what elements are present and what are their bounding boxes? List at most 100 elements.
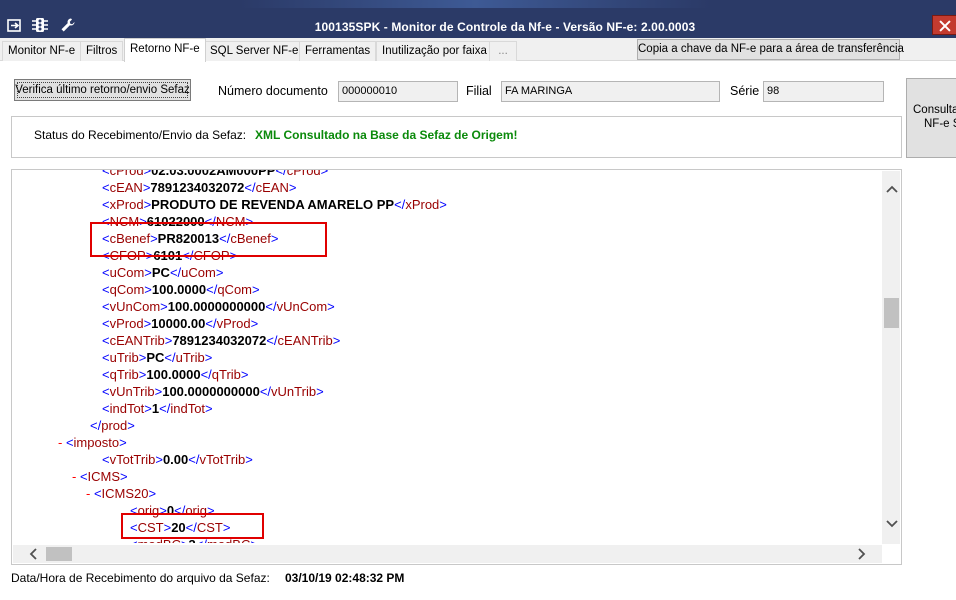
xml-line: <vUnCom>100.0000000000</vUnCom> [102, 298, 335, 315]
xml-line: <vProd>10000.00</vProd> [102, 315, 258, 332]
status-label: Status do Recebimento/Envio da Sefaz: [34, 128, 246, 142]
xml-bracket: > [144, 282, 152, 297]
xml-value: 100.0000000000 [168, 299, 266, 314]
xml-bracket: </ [188, 452, 199, 467]
collapse-toggle-icon[interactable]: - [58, 435, 66, 450]
consulta-nfe-button[interactable]: Consulta NF-e S [906, 78, 956, 158]
tab-retorno-nfe[interactable]: Retorno NF-e [124, 38, 206, 62]
xml-tag: cEANTrib [278, 333, 333, 348]
tab-monitor-nfe[interactable]: Monitor NF-e [2, 41, 81, 61]
xml-tag: uCom [181, 265, 216, 280]
status-value: XML Consultado na Base da Sefaz de Orige… [255, 128, 518, 142]
vertical-scroll-thumb[interactable] [884, 298, 899, 328]
xml-line: <uCom>PC</uCom> [102, 264, 223, 281]
tab-more[interactable]: ... [489, 41, 517, 61]
xml-value: 7891234032072 [172, 333, 266, 348]
xml-bracket: < [102, 367, 110, 382]
tab-filtros[interactable]: Filtros [80, 41, 123, 61]
xml-value: 100.0000000000 [162, 384, 260, 399]
xml-tag: ICMS20 [102, 486, 149, 501]
xml-tag: imposto [74, 435, 120, 450]
xml-line: <qCom>100.0000</qCom> [102, 281, 260, 298]
numero-documento-label: Número documento [218, 84, 328, 98]
xml-line: <xProd>PRODUTO DE REVENDA AMARELO PP</xP… [102, 196, 447, 213]
tab-sql-server-nfe[interactable]: SQL Server NF-e [204, 41, 304, 61]
xml-bracket: < [102, 384, 110, 399]
xml-tag: qCom [110, 282, 145, 297]
serie-field[interactable]: 98 [763, 81, 884, 102]
xml-bracket: > [333, 333, 341, 348]
copy-key-button[interactable]: Copia a chave da NF-e para a área de tra… [637, 39, 900, 60]
xml-bracket: </ [260, 384, 271, 399]
xml-tag: cEANTrib [110, 333, 165, 348]
xml-line: <uTrib>PC</uTrib> [102, 349, 212, 366]
xml-tag: xProd [110, 197, 144, 212]
xml-value: 100.0000 [152, 282, 206, 297]
xml-value: 0.00 [163, 452, 188, 467]
xml-bracket: </ [164, 350, 175, 365]
xml-bracket: < [80, 469, 88, 484]
xml-bracket: > [119, 435, 127, 450]
scroll-down-icon[interactable] [884, 519, 899, 531]
xml-bracket: < [94, 486, 102, 501]
xml-tag: uTrib [176, 350, 205, 365]
xml-bracket: < [66, 435, 74, 450]
consulta-nfe-line2: NF-e S [907, 117, 956, 131]
receipt-datetime-value: 03/10/19 02:48:32 PM [285, 571, 404, 585]
xml-bracket: </ [90, 418, 101, 433]
highlight-cbenef [90, 222, 327, 257]
tab-ferramentas[interactable]: Ferramentas [299, 41, 376, 61]
xml-bracket: > [205, 350, 213, 365]
xml-bracket: </ [266, 333, 277, 348]
vertical-scrollbar[interactable] [882, 171, 900, 544]
xml-bracket: > [216, 265, 224, 280]
scroll-right-icon[interactable] [857, 548, 867, 563]
collapse-toggle-icon[interactable]: - [72, 469, 80, 484]
xml-bracket: </ [170, 265, 181, 280]
scroll-up-icon[interactable] [884, 184, 899, 196]
xml-bracket: < [102, 299, 110, 314]
tab-inutilizacao[interactable]: Inutilização por faixa [376, 41, 493, 61]
xml-tag: vUnCom [110, 299, 161, 314]
xml-line: - <ICMS> [88, 468, 128, 485]
xml-bracket: > [120, 469, 128, 484]
xml-line: <cEAN>7891234032072</cEAN> [102, 179, 296, 196]
xml-tag: indTot [110, 401, 145, 416]
xml-bracket: < [102, 452, 110, 467]
horizontal-scroll-thumb[interactable] [46, 547, 72, 561]
xml-tag: uTrib [110, 350, 139, 365]
xml-bracket: </ [159, 401, 170, 416]
xml-bracket: > [144, 265, 152, 280]
verify-last-return-button[interactable]: Verifica último retorno/envio Sefaz [14, 79, 191, 101]
xml-bracket: > [144, 401, 152, 416]
serie-label: Série [730, 84, 759, 98]
xml-bracket: < [102, 401, 110, 416]
xml-bracket: > [439, 197, 447, 212]
xml-line: </prod> [90, 417, 135, 434]
xml-value: PRODUTO DE REVENDA AMARELO PP [151, 197, 394, 212]
xml-bracket: </ [394, 197, 405, 212]
xml-bracket: </ [201, 367, 212, 382]
window-title: 100135SPK - Monitor de Controle da Nf-e … [0, 20, 956, 34]
xml-bracket: > [160, 299, 168, 314]
xml-tag: qTrib [110, 367, 139, 382]
xml-bracket: </ [205, 316, 216, 331]
numero-documento-field[interactable]: 000000010 [338, 81, 458, 102]
xml-bracket: > [127, 418, 135, 433]
xml-bracket: < [102, 197, 110, 212]
horizontal-scrollbar[interactable] [13, 545, 882, 563]
scroll-left-icon[interactable] [28, 548, 38, 563]
xml-bracket: </ [206, 282, 217, 297]
xml-bracket: < [102, 180, 110, 195]
xml-line: <qTrib>100.0000</qTrib> [102, 366, 249, 383]
title-bar-glow [240, 0, 710, 8]
xml-tag: cEAN [256, 180, 289, 195]
xml-tag: xProd [405, 197, 439, 212]
xml-tag: cEAN [110, 180, 143, 195]
xml-value: 7891234032072 [150, 180, 244, 195]
filial-field[interactable]: FA MARINGA [501, 81, 720, 102]
xml-bracket: > [241, 367, 249, 382]
close-button[interactable] [932, 15, 956, 35]
collapse-toggle-icon[interactable]: - [86, 486, 94, 501]
xml-value: 100.0000 [146, 367, 200, 382]
